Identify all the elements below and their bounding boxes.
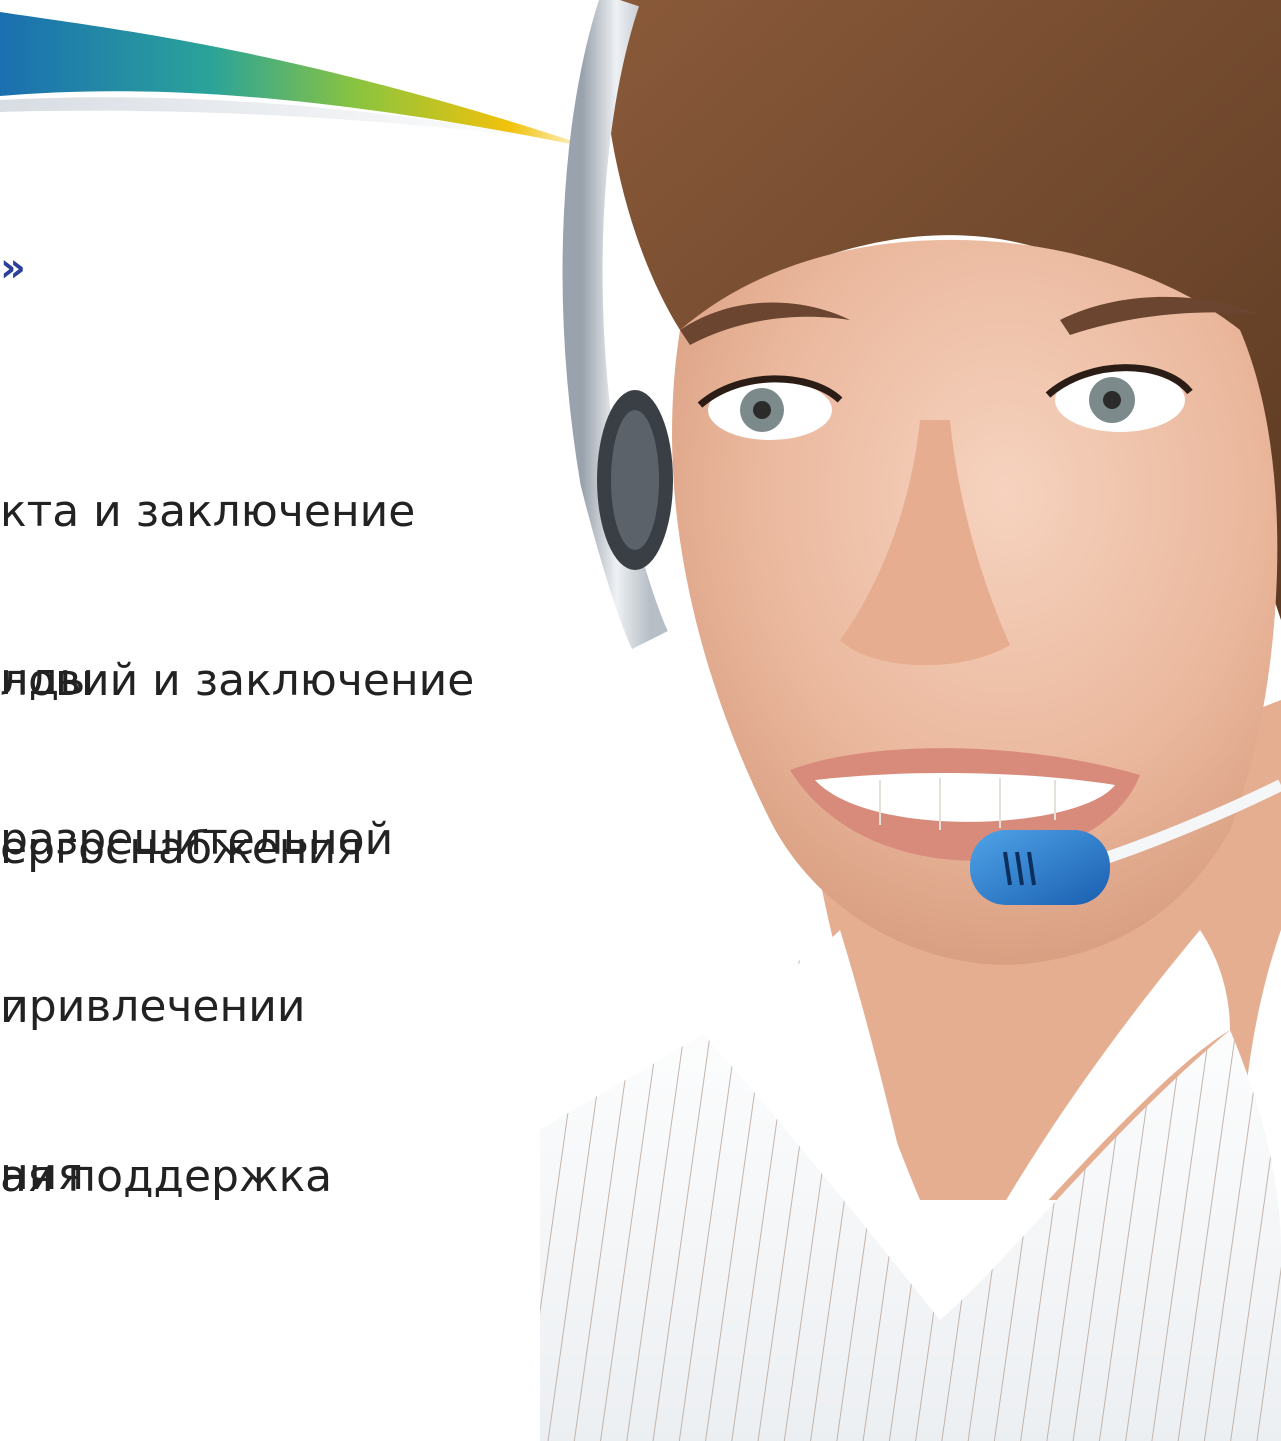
list-item-line: ая поддержка [0,1151,333,1202]
list-item: ая поддержка [0,1037,332,1261]
operator-photo [540,0,1281,1441]
list-item-line: кта и заключение [0,486,416,537]
list-item-line: разрешительной [0,814,394,865]
slide-title: » [0,245,26,291]
list-item-line: привлечении [0,981,306,1032]
